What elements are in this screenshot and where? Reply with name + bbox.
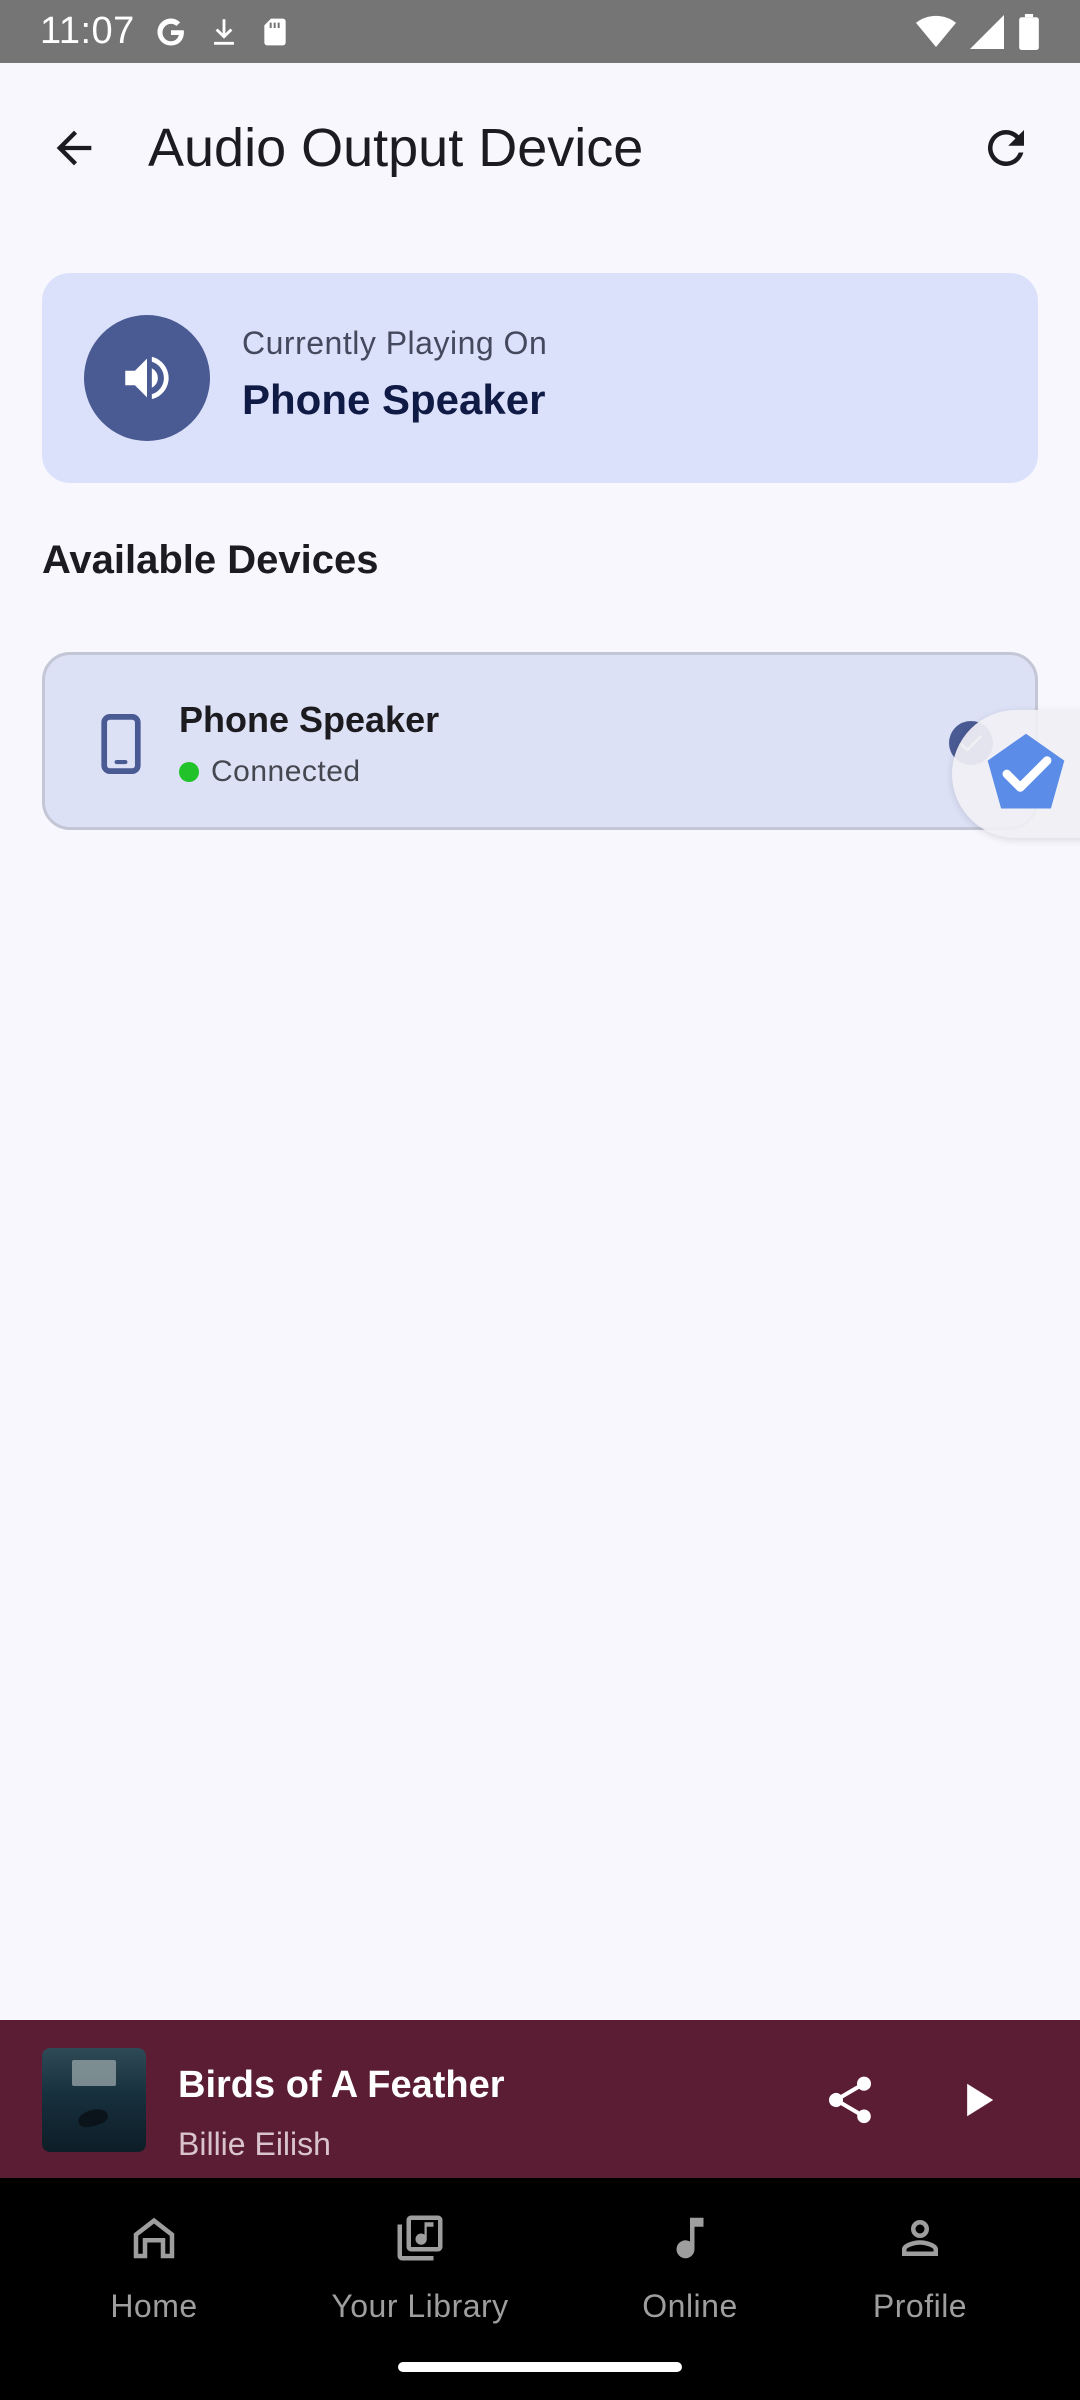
play-icon: [967, 2083, 994, 2117]
status-right: [916, 13, 1040, 50]
back-button[interactable]: [38, 112, 110, 184]
wifi-icon: [916, 15, 956, 49]
refresh-button[interactable]: [970, 112, 1042, 184]
library-icon: [388, 2206, 452, 2270]
device-name: Phone Speaker: [179, 699, 440, 740]
signal-icon: [970, 14, 1004, 49]
play-button[interactable]: [946, 2068, 1010, 2132]
person-icon: [888, 2206, 952, 2270]
nav-item-home[interactable]: Home: [34, 2198, 274, 2348]
nav-label-library: Your Library: [331, 2288, 509, 2324]
nav-item-online[interactable]: Online: [570, 2198, 810, 2348]
device-list-item[interactable]: Phone Speaker Connected: [42, 652, 1038, 830]
track-title: Birds of A Feather: [178, 2064, 505, 2106]
album-art-detail: [72, 2060, 116, 2086]
music-note-icon: [658, 2206, 722, 2270]
currently-playing-label: Currently Playing On: [242, 325, 548, 361]
top-app-bar: Audio Output Device: [0, 63, 1080, 233]
phone-icon: [89, 709, 153, 779]
current-device-text: Currently Playing On Phone Speaker: [242, 325, 547, 424]
current-device-name: Phone Speaker: [242, 376, 546, 423]
page-title: Audio Output Device: [148, 118, 644, 178]
connected-status-dot: [179, 762, 199, 782]
mini-player[interactable]: Birds of A Feather Billie Eilish: [0, 2020, 1080, 2178]
current-device-icon-circle: [84, 315, 210, 441]
download-icon: [207, 14, 241, 50]
nav-item-library[interactable]: Your Library: [300, 2198, 540, 2348]
available-devices-title: Available Devices: [42, 538, 379, 582]
nav-label-home: Home: [110, 2288, 198, 2324]
device-status: Connected: [179, 755, 361, 789]
verified-shield-icon: [987, 733, 1065, 809]
google-icon: [153, 14, 189, 50]
screen: 11:07 Audio Output Device Currently Play…: [0, 0, 1080, 2400]
album-art: [42, 2048, 146, 2152]
track-artist: Billie Eilish: [178, 2126, 331, 2162]
status-bar: 11:07: [0, 0, 1080, 63]
current-device-card: Currently Playing On Phone Speaker: [42, 273, 1038, 483]
home-icon: [122, 2206, 186, 2270]
battery-icon: [1018, 13, 1040, 50]
nav-label-profile: Profile: [872, 2288, 968, 2324]
status-left: 11:07: [40, 10, 291, 53]
share-icon: [828, 2076, 872, 2124]
floating-overlay-badge[interactable]: [952, 710, 1080, 838]
arrow-back-icon: [56, 130, 92, 166]
volume-up-icon: [125, 356, 169, 400]
status-time: 11:07: [40, 10, 135, 52]
device-status-text: Connected: [211, 755, 361, 788]
sd-card-icon: [259, 14, 291, 50]
nav-label-online: Online: [642, 2288, 738, 2324]
album-art-figure: [76, 2106, 110, 2130]
refresh-icon: [987, 129, 1024, 166]
share-button[interactable]: [820, 2070, 880, 2130]
nav-item-profile[interactable]: Profile: [800, 2198, 1040, 2348]
gesture-home-indicator[interactable]: [398, 2362, 682, 2372]
